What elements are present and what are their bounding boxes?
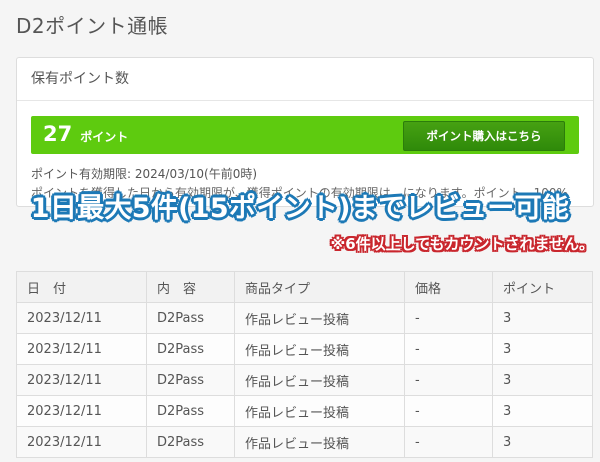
column-header-price: 価格 bbox=[404, 271, 493, 303]
points-balance: 27 ポイント bbox=[43, 122, 128, 146]
overlay-note-text: ※6件以上してもカウントされません。 bbox=[330, 235, 594, 253]
points-expiry-text: ポイント有効期限: 2024/03/10(午前0時) bbox=[31, 167, 258, 181]
points-balance-bar: 27 ポイント ポイント購入はこちら bbox=[31, 116, 579, 154]
cell-date: 2023/12/11 bbox=[16, 426, 147, 458]
column-header-points: ポイント bbox=[492, 271, 593, 303]
table-header-row: 日 付 内 容 商品タイプ 価格 ポイント bbox=[16, 271, 593, 303]
column-header-content: 内 容 bbox=[146, 271, 235, 303]
cell-content: D2Pass bbox=[146, 302, 235, 334]
table-row: 2023/12/11 D2Pass 作品レビュー投稿 - 3 bbox=[16, 364, 593, 396]
cell-content: D2Pass bbox=[146, 364, 235, 396]
cell-price: - bbox=[404, 302, 493, 334]
cell-date: 2023/12/11 bbox=[16, 395, 147, 427]
cell-content: D2Pass bbox=[146, 426, 235, 458]
cell-date: 2023/12/11 bbox=[16, 302, 147, 334]
points-history-table: 日 付 内 容 商品タイプ 価格 ポイント 2023/12/11 D2Pass … bbox=[16, 271, 593, 458]
points-number: 27 bbox=[43, 122, 73, 146]
page-title: D2ポイント通帳 bbox=[16, 14, 169, 38]
cell-content: D2Pass bbox=[146, 395, 235, 427]
table-row: 2023/12/11 D2Pass 作品レビュー投稿 - 3 bbox=[16, 302, 593, 334]
cell-product-type: 作品レビュー投稿 bbox=[234, 395, 405, 427]
column-header-date: 日 付 bbox=[16, 271, 147, 303]
points-card: 保有ポイント数 27 ポイント ポイント購入はこちら ポイント有効期限: 2024… bbox=[16, 57, 594, 207]
table-row: 2023/12/11 D2Pass 作品レビュー投稿 - 3 bbox=[16, 395, 593, 427]
cell-price: - bbox=[404, 395, 493, 427]
cell-date: 2023/12/11 bbox=[16, 364, 147, 396]
cell-content: D2Pass bbox=[146, 333, 235, 365]
cell-price: - bbox=[404, 364, 493, 396]
table-row: 2023/12/11 D2Pass 作品レビュー投稿 - 3 bbox=[16, 333, 593, 365]
overlay-review-limit-text: 1日最大5件(15ポイント)までレビュー可能 bbox=[30, 193, 570, 224]
cell-points: 3 bbox=[492, 426, 593, 458]
points-card-header: 保有ポイント数 bbox=[17, 58, 593, 101]
cell-date: 2023/12/11 bbox=[16, 333, 147, 365]
cell-price: - bbox=[404, 426, 493, 458]
buy-points-button[interactable]: ポイント購入はこちら bbox=[403, 121, 565, 151]
cell-product-type: 作品レビュー投稿 bbox=[234, 302, 405, 334]
cell-product-type: 作品レビュー投稿 bbox=[234, 426, 405, 458]
cell-points: 3 bbox=[492, 333, 593, 365]
column-header-product-type: 商品タイプ bbox=[234, 271, 405, 303]
cell-price: - bbox=[404, 333, 493, 365]
cell-points: 3 bbox=[492, 395, 593, 427]
cell-points: 3 bbox=[492, 364, 593, 396]
points-unit: ポイント bbox=[80, 130, 129, 144]
cell-product-type: 作品レビュー投稿 bbox=[234, 364, 405, 396]
cell-points: 3 bbox=[492, 302, 593, 334]
table-row: 2023/12/11 D2Pass 作品レビュー投稿 - 3 bbox=[16, 426, 593, 458]
cell-product-type: 作品レビュー投稿 bbox=[234, 333, 405, 365]
